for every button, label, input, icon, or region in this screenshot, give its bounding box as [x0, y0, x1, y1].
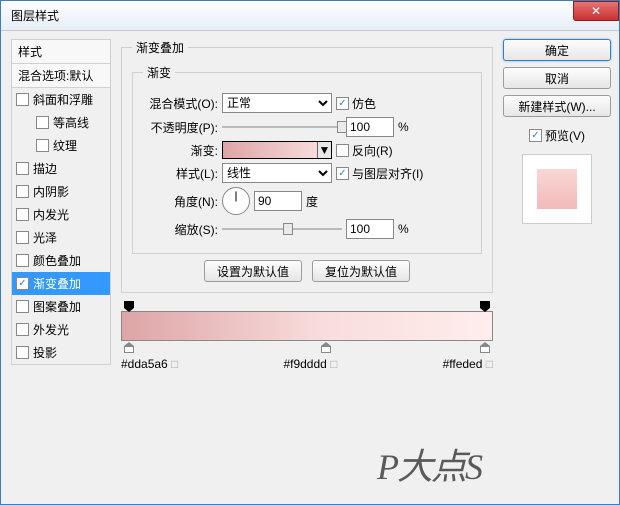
checkbox-icon[interactable] — [16, 231, 29, 244]
titlebar[interactable]: 图层样式 ✕ — [1, 1, 619, 31]
sidebar-item-11[interactable]: 投影 — [12, 341, 110, 364]
sidebar-item-1[interactable]: 等高线 — [12, 111, 110, 134]
scale-unit: % — [398, 222, 409, 236]
cancel-button[interactable]: 取消 — [503, 67, 611, 89]
reset-default-button[interactable]: 复位为默认值 — [312, 260, 410, 282]
style-select[interactable]: 线性 — [222, 163, 332, 183]
gradient-label: 渐变: — [143, 142, 218, 159]
close-button[interactable]: ✕ — [573, 1, 619, 21]
checkbox-icon[interactable] — [16, 300, 29, 313]
subgroup-title: 渐变 — [143, 64, 175, 81]
ok-button[interactable]: 确定 — [503, 39, 611, 61]
group-title: 渐变叠加 — [132, 39, 188, 56]
checkbox-icon[interactable] — [36, 139, 49, 152]
opacity-input[interactable] — [346, 117, 394, 137]
gradient-bar[interactable] — [121, 311, 493, 341]
scale-label: 缩放(S): — [143, 221, 218, 238]
angle-unit: 度 — [306, 193, 318, 210]
checkbox-icon[interactable] — [16, 346, 29, 359]
gradient-overlay-group: 渐变叠加 渐变 混合模式(O): 正常 仿色 不透明度(P): % — [121, 39, 493, 293]
align-checkbox[interactable]: 与图层对齐(I) — [336, 165, 423, 182]
checkbox-icon[interactable] — [16, 185, 29, 198]
action-panel: 确定 取消 新建样式(W)... 预览(V) — [503, 39, 611, 496]
sidebar-item-5[interactable]: 内发光 — [12, 203, 110, 226]
styles-sidebar: 样式 混合选项:默认 斜面和浮雕等高线纹理描边内阴影内发光光泽颜色叠加渐变叠加图… — [11, 39, 111, 496]
sidebar-item-label: 等高线 — [53, 114, 89, 131]
gradient-editor[interactable]: #dda5a6 #f9dddd #ffeded — [121, 311, 493, 371]
sidebar-item-8[interactable]: 渐变叠加 — [12, 272, 110, 295]
preview-checkbox[interactable]: 预览(V) — [503, 127, 611, 144]
checkbox-icon[interactable] — [16, 162, 29, 175]
sidebar-item-4[interactable]: 内阴影 — [12, 180, 110, 203]
blend-options-row[interactable]: 混合选项:默认 — [12, 64, 110, 88]
sidebar-header: 样式 — [12, 40, 110, 64]
angle-label: 角度(N): — [143, 193, 218, 210]
make-default-button[interactable]: 设置为默认值 — [204, 260, 302, 282]
sidebar-item-9[interactable]: 图案叠加 — [12, 295, 110, 318]
scale-slider[interactable] — [222, 220, 342, 238]
angle-dial[interactable] — [222, 187, 250, 215]
checkbox-icon[interactable] — [16, 93, 29, 106]
sidebar-item-label: 描边 — [33, 160, 57, 177]
opacity-label: 不透明度(P): — [143, 119, 218, 136]
sidebar-item-label: 纹理 — [53, 137, 77, 154]
sidebar-item-label: 光泽 — [33, 229, 57, 246]
angle-input[interactable] — [254, 191, 302, 211]
reverse-checkbox[interactable]: 反向(R) — [336, 142, 393, 159]
sidebar-item-10[interactable]: 外发光 — [12, 318, 110, 341]
sidebar-item-label: 颜色叠加 — [33, 252, 81, 269]
sidebar-item-label: 内发光 — [33, 206, 69, 223]
sidebar-item-label: 渐变叠加 — [33, 275, 81, 292]
gradient-subgroup: 渐变 混合模式(O): 正常 仿色 不透明度(P): % 渐变: — [132, 64, 482, 254]
checkbox-icon[interactable] — [16, 277, 29, 290]
stop-color-1: #f9dddd — [283, 357, 337, 371]
dither-checkbox[interactable]: 仿色 — [336, 95, 376, 112]
sidebar-item-2[interactable]: 纹理 — [12, 134, 110, 157]
sidebar-item-6[interactable]: 光泽 — [12, 226, 110, 249]
checkbox-icon[interactable] — [16, 254, 29, 267]
chevron-down-icon[interactable]: ▼ — [317, 142, 331, 158]
sidebar-item-label: 斜面和浮雕 — [33, 91, 93, 108]
sidebar-item-label: 内阴影 — [33, 183, 69, 200]
layer-style-dialog: 图层样式 ✕ 样式 混合选项:默认 斜面和浮雕等高线纹理描边内阴影内发光光泽颜色… — [0, 0, 620, 505]
watermark: P大点S — [377, 438, 481, 490]
stop-color-0: #dda5a6 — [121, 357, 178, 371]
stop-color-2: #ffeded — [443, 357, 493, 371]
window-title: 图层样式 — [11, 7, 59, 24]
gradient-picker[interactable]: ▼ — [222, 141, 332, 159]
sidebar-item-label: 投影 — [33, 344, 57, 361]
sidebar-item-3[interactable]: 描边 — [12, 157, 110, 180]
sidebar-item-0[interactable]: 斜面和浮雕 — [12, 88, 110, 111]
checkbox-icon[interactable] — [16, 323, 29, 336]
sidebar-item-7[interactable]: 颜色叠加 — [12, 249, 110, 272]
checkbox-icon[interactable] — [36, 116, 49, 129]
opacity-slider[interactable] — [222, 118, 342, 136]
preview-swatch — [522, 154, 592, 224]
sidebar-item-label: 图案叠加 — [33, 298, 81, 315]
checkbox-icon[interactable] — [16, 208, 29, 221]
new-style-button[interactable]: 新建样式(W)... — [503, 95, 611, 117]
sidebar-item-label: 外发光 — [33, 321, 69, 338]
blend-mode-select[interactable]: 正常 — [222, 93, 332, 113]
scale-input[interactable] — [346, 219, 394, 239]
main-panel: 渐变叠加 渐变 混合模式(O): 正常 仿色 不透明度(P): % — [121, 39, 493, 496]
style-label: 样式(L): — [143, 165, 218, 182]
blend-mode-label: 混合模式(O): — [143, 95, 218, 112]
opacity-unit: % — [398, 120, 409, 134]
